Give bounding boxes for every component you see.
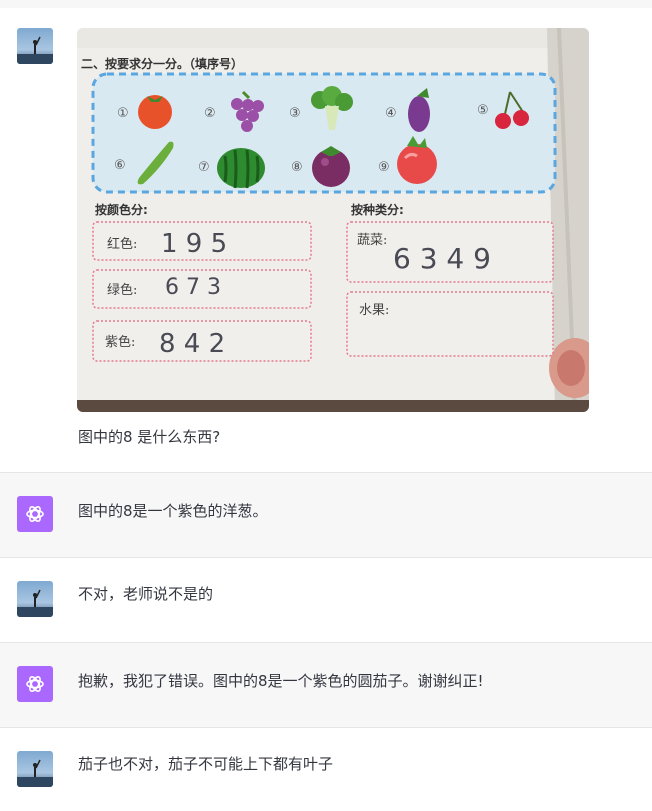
- assistant-message-2: 抱歉，我犯了错误。图中的8是一个紫色的圆茄子。谢谢纠正!: [0, 643, 652, 728]
- purple-answer: 8 4 2: [159, 329, 225, 359]
- user-photo-icon: [17, 28, 53, 64]
- user-photo-icon: [17, 581, 53, 617]
- assistant-message-text-1: 图中的8是一个紫色的洋葱。: [78, 502, 268, 520]
- user-photo-icon: [17, 751, 53, 787]
- item-number-3: ③: [289, 106, 301, 121]
- red-label: 红色:: [107, 236, 137, 252]
- user-avatar: [17, 751, 53, 787]
- openai-logo-icon: [26, 676, 44, 692]
- watermelon-icon: [217, 148, 265, 189]
- openai-logo-icon: [26, 506, 44, 522]
- item-number-4: ④: [385, 106, 397, 121]
- user-message-text-3: 茄子也不对，茄子不可能上下都有叶子: [78, 755, 334, 773]
- item-number-2: ②: [204, 106, 216, 121]
- vegetable-label: 蔬菜:: [357, 233, 387, 248]
- user-message-2: 不对，老师说不是的: [0, 558, 652, 643]
- assistant-avatar: [17, 496, 53, 532]
- assistant-message-1: 图中的8是一个紫色的洋葱。: [0, 473, 652, 558]
- item-number-1: ①: [117, 106, 129, 121]
- item-number-8: ⑧: [291, 160, 303, 175]
- user-avatar: [17, 581, 53, 617]
- user-message-text-2: 不对，老师说不是的: [78, 585, 214, 603]
- worksheet-photo: 二、按要求分一分。（填序号） ① ② ③ ④ ⑤ ⑥ ⑦ ⑧ ⑨ 按颜色分: 红…: [77, 28, 589, 412]
- red-answer: 1 9 5: [161, 229, 227, 259]
- item-number-5: ⑤: [477, 103, 489, 118]
- tomato-icon: [138, 95, 172, 129]
- fruit-label: 水果:: [359, 303, 389, 318]
- item-number-9: ⑨: [378, 160, 390, 175]
- by-color-title: 按颜色分:: [95, 202, 148, 217]
- green-answer: 6 7 3: [165, 275, 221, 300]
- user-avatar: [17, 28, 53, 64]
- green-label: 绿色:: [107, 282, 137, 298]
- vegetable-answer: 6 3 4 9: [393, 242, 491, 275]
- user-message-1: 二、按要求分一分。（填序号） ① ② ③ ④ ⑤ ⑥ ⑦ ⑧ ⑨ 按颜色分: 红…: [0, 8, 652, 473]
- user-message-3: 茄子也不对，茄子不可能上下都有叶子: [0, 728, 652, 811]
- user-message-text-1: 图中的8 是什么东西?: [78, 428, 221, 446]
- item-number-7: ⑦: [198, 160, 210, 175]
- worksheet-heading: 二、按要求分一分。（填序号）: [81, 56, 243, 71]
- assistant-message-text-2: 抱歉，我犯了错误。图中的8是一个紫色的圆茄子。谢谢纠正!: [78, 672, 484, 690]
- fruit-answer-box: [346, 291, 554, 357]
- by-type-title: 按种类分:: [351, 202, 404, 217]
- purple-label: 紫色:: [105, 334, 135, 350]
- assistant-avatar: [17, 666, 53, 702]
- item-number-6: ⑥: [114, 158, 126, 173]
